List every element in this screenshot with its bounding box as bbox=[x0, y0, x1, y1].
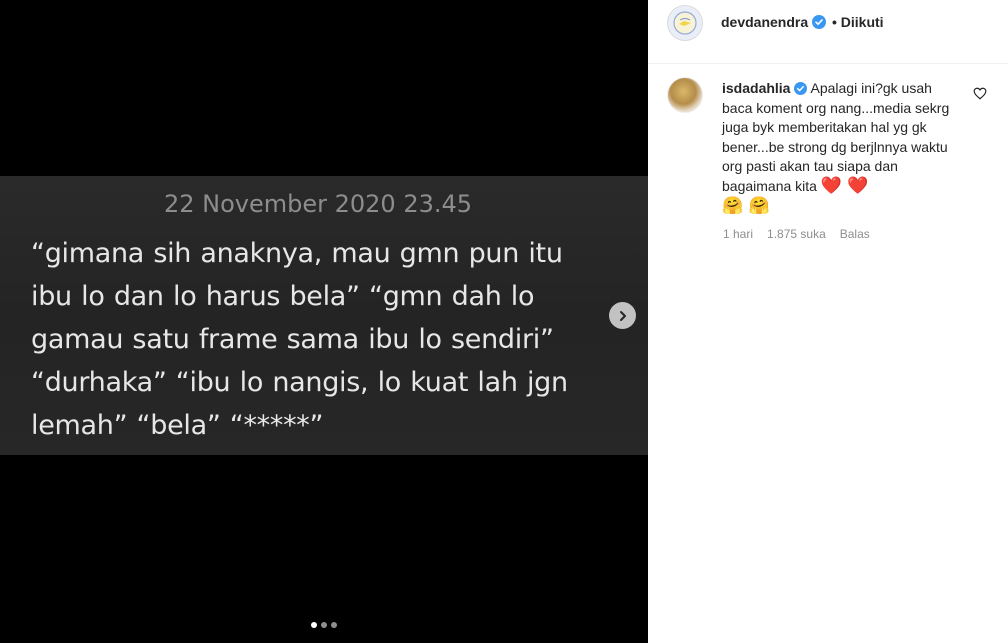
hug-emoji: 🤗 🤗 bbox=[722, 195, 770, 216]
post-sidebar: devdanendra • Diikuti isdadahlia Apalagi… bbox=[648, 0, 1008, 643]
owner-username-link[interactable]: devdanendra bbox=[721, 14, 827, 30]
heart-emoji: ❤️ ❤️ bbox=[820, 175, 869, 196]
comment-time[interactable]: 1 hari bbox=[723, 227, 753, 241]
post-image: 22 November 2020 23.45 “gimana sih anakn… bbox=[0, 176, 648, 455]
image-quote-line: gamau satu frame sama ibu lo sendiri” bbox=[31, 324, 554, 355]
separator-dot: • bbox=[832, 14, 837, 30]
owner-avatar[interactable] bbox=[667, 5, 703, 41]
reply-button[interactable]: Balas bbox=[840, 227, 870, 241]
comment-likes[interactable]: 1.875 suka bbox=[767, 227, 826, 241]
follow-status[interactable]: • Diikuti bbox=[832, 14, 884, 30]
owner-username: devdanendra bbox=[721, 14, 809, 30]
heart-outline-icon bbox=[973, 87, 987, 100]
image-quote-line: lemah” “bela” “*****” bbox=[31, 410, 324, 441]
post-header: devdanendra • Diikuti bbox=[648, 0, 1008, 64]
post-media: 22 November 2020 23.45 “gimana sih anakn… bbox=[0, 0, 648, 643]
image-quote-text: “gimana sih anaknya, mau gmn pun itu ibu… bbox=[31, 232, 621, 447]
owner-avatar-image bbox=[673, 11, 697, 35]
image-quote-line: ibu lo dan lo harus bela” “gmn dah lo bbox=[31, 281, 535, 312]
image-quote-line: “gimana sih anaknya, mau gmn pun itu bbox=[31, 238, 563, 269]
chevron-right-icon bbox=[619, 310, 626, 321]
following-label: Diikuti bbox=[840, 14, 884, 30]
carousel-dot bbox=[321, 622, 327, 628]
like-comment-button[interactable] bbox=[973, 87, 987, 105]
carousel-dot bbox=[331, 622, 337, 628]
verified-badge-icon bbox=[812, 15, 827, 29]
next-slide-button[interactable] bbox=[609, 302, 636, 329]
comment-body: isdadahlia Apalagi ini?gk usah baca kome… bbox=[722, 79, 962, 216]
image-date-text: 22 November 2020 23.45 bbox=[163, 190, 473, 218]
carousel-indicator bbox=[0, 622, 648, 628]
carousel-dot-active bbox=[311, 622, 317, 628]
verified-badge-icon bbox=[794, 82, 808, 95]
commenter-username[interactable]: isdadahlia bbox=[722, 80, 790, 96]
commenter-avatar[interactable] bbox=[667, 77, 703, 113]
image-quote-line: “durhaka” “ibu lo nangis, lo kuat lah jg… bbox=[31, 367, 568, 398]
comment-meta: 1 hari 1.875 suka Balas bbox=[723, 227, 870, 241]
